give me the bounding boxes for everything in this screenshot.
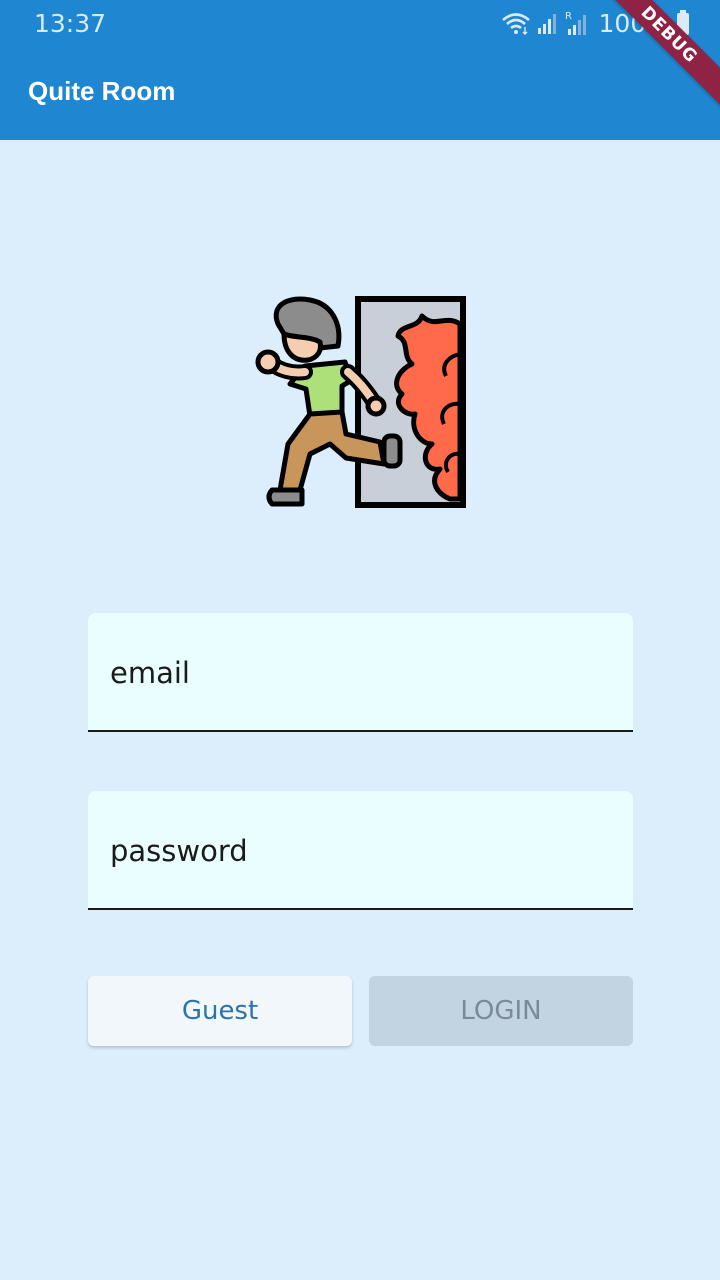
guest-button[interactable]: Guest xyxy=(88,976,352,1046)
password-input[interactable] xyxy=(110,829,610,873)
email-field[interactable] xyxy=(88,613,633,732)
app-title: Quite Room xyxy=(28,76,176,106)
wifi-icon xyxy=(501,13,530,35)
running-from-fire-icon xyxy=(255,296,466,508)
status-time: 13:37 xyxy=(34,9,107,38)
signal-roaming-icon: R xyxy=(565,11,586,35)
app-bar: Quite Room xyxy=(0,46,720,140)
login-button[interactable]: LOGIN xyxy=(369,976,633,1046)
signal-icon xyxy=(537,14,556,34)
email-input[interactable] xyxy=(110,651,610,695)
status-bar: 13:37 R 100% xyxy=(0,0,720,46)
hero-illustration xyxy=(250,294,472,510)
password-field[interactable] xyxy=(88,791,633,910)
svg-text:R: R xyxy=(565,11,572,22)
